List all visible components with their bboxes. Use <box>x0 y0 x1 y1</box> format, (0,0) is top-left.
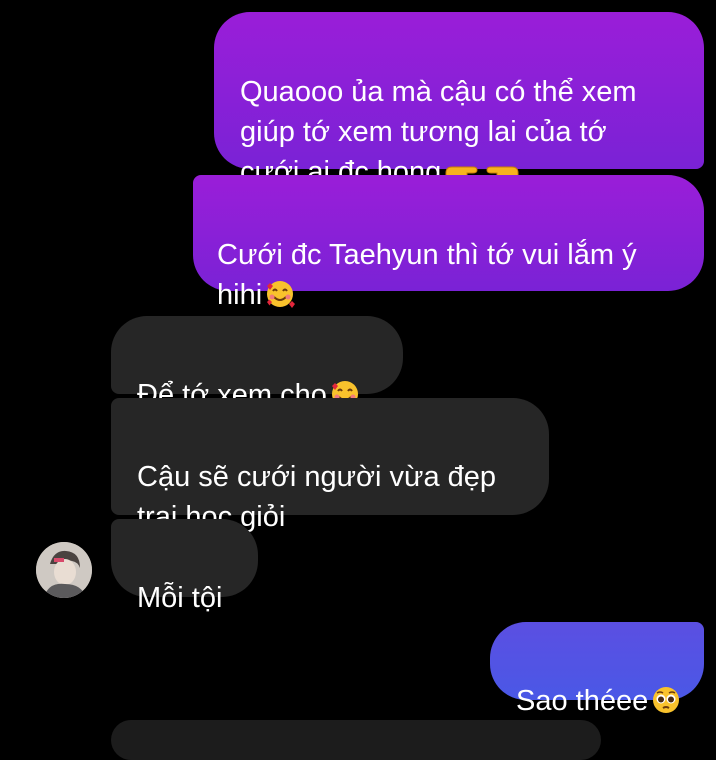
avatar[interactable] <box>36 542 92 598</box>
message-text: Quaooo ủa mà cậu có thể xem giúp tớ xem … <box>240 76 637 188</box>
pleading-face-icon <box>650 684 682 727</box>
message-text: Sao théee <box>516 685 649 717</box>
message-bubble-incoming-partial[interactable] <box>111 720 601 760</box>
message-bubble-incoming[interactable]: Mỗi tội <box>111 519 258 614</box>
message-text: Mỗi tội <box>137 582 223 614</box>
smiling-face-with-hearts-icon <box>264 278 296 321</box>
message-bubble-outgoing[interactable]: Sao théee <box>490 622 704 717</box>
message-bubble-incoming[interactable]: Để tớ xem cho <box>111 316 403 411</box>
message-bubble-incoming[interactable]: Cậu sẽ cưới người vừa đẹp trai,học giỏi <box>111 398 549 533</box>
message-bubble-outgoing[interactable]: Quaooo ủa mà cậu có thể xem giúp tớ xem … <box>214 12 704 188</box>
message-bubble-outgoing[interactable]: Cưới đc Taehyun thì tớ vui lắm ý hihi <box>193 175 704 311</box>
